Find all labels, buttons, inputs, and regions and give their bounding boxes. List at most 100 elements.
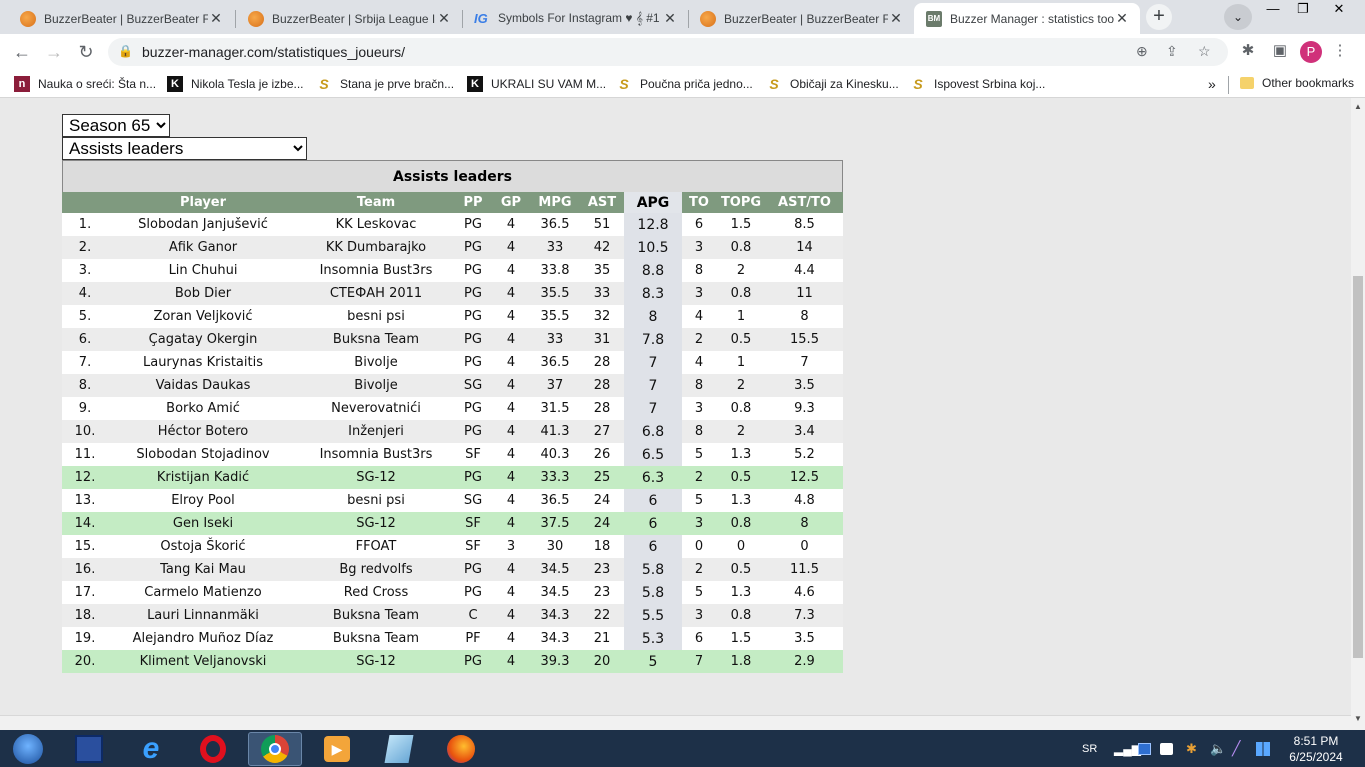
start-button[interactable]: [2, 732, 54, 766]
cell-team: Bg redvolfs: [298, 558, 454, 581]
chevron-down-icon[interactable]: ⌄: [1224, 4, 1252, 30]
bookmark-item[interactable]: K UKRALI SU VAM M...: [467, 76, 606, 92]
cell-astto: 15.5: [766, 328, 843, 351]
col-header-ast[interactable]: AST: [580, 192, 624, 213]
table-caption: Assists leaders: [62, 160, 843, 192]
pen-icon[interactable]: ╱: [1232, 730, 1240, 767]
bookmark-label: Običaji za Kinesku...: [790, 77, 899, 91]
cell-ast: 42: [580, 236, 624, 259]
tab-title: BuzzerBeater | Srbija League II.: [272, 11, 436, 26]
reload-icon[interactable]: ↻: [74, 40, 98, 64]
bookmark-s-icon: S: [913, 76, 923, 92]
chrome-icon: [261, 735, 289, 763]
tab-title: Buzzer Manager : statistics too: [950, 11, 1114, 26]
col-header-ast-to[interactable]: AST/TO: [766, 192, 843, 213]
tab-1[interactable]: BuzzerBeater | BuzzerBeater Fo ✕: [8, 3, 234, 34]
other-bookmarks[interactable]: Other bookmarks: [1240, 76, 1354, 90]
close-icon[interactable]: ✕: [888, 10, 904, 27]
taskbar-chrome[interactable]: [248, 732, 302, 766]
taskbar-save-app[interactable]: [64, 732, 114, 766]
vertical-scrollbar[interactable]: ▲ ▼: [1351, 98, 1365, 730]
cell-player: Borko Amić: [108, 397, 298, 420]
scroll-down-icon[interactable]: ▼: [1353, 714, 1363, 723]
speaker-icon[interactable]: 🔈: [1210, 730, 1226, 767]
signal-icon[interactable]: ▂▄▆: [1114, 730, 1141, 767]
tab-title: BuzzerBeater | BuzzerBeater Fo: [724, 11, 888, 26]
horizontal-scrollbar[interactable]: [0, 715, 1351, 730]
close-icon[interactable]: ✕: [1114, 10, 1130, 27]
season-select[interactable]: Season 65: [62, 114, 170, 137]
cell-to: 5: [682, 581, 716, 604]
avast-icon[interactable]: ✱: [1186, 730, 1197, 767]
window-close-icon[interactable]: ✕: [1324, 0, 1354, 20]
side-panel-icon[interactable]: ▣: [1270, 41, 1290, 59]
col-header-team[interactable]: Team: [298, 192, 454, 213]
new-tab-button[interactable]: +: [1146, 4, 1172, 30]
star-icon[interactable]: ☆: [1198, 43, 1211, 60]
bookmark-item[interactable]: S Stana je prve bračn...: [316, 76, 454, 92]
cell-pp: SG: [454, 489, 492, 512]
back-arrow-icon[interactable]: ←: [10, 40, 34, 64]
taskbar-media-player[interactable]: ▶: [312, 732, 362, 766]
taskbar-firefox[interactable]: [436, 732, 486, 766]
more-bookmarks-chevron-icon[interactable]: »: [1208, 76, 1216, 92]
system-clock[interactable]: 8:51 PM 6/25/2024: [1284, 733, 1348, 765]
cell-player: Vaidas Daukas: [108, 374, 298, 397]
bookmark-item[interactable]: S Ispovest Srbina koj...: [910, 76, 1045, 92]
bookmark-item[interactable]: K Nikola Tesla je izbe...: [167, 76, 304, 92]
tab-3[interactable]: IG Symbols For Instagram ♥ 𝄞 #1 ✕: [462, 3, 688, 34]
cell-rank: 2.: [62, 236, 108, 259]
tab-2[interactable]: BuzzerBeater | Srbija League II. ✕: [236, 3, 462, 34]
bookmark-item[interactable]: S Običaji za Kinesku...: [766, 76, 899, 92]
cell-team: FFOAT: [298, 535, 454, 558]
scroll-up-icon[interactable]: ▲: [1353, 102, 1363, 111]
cell-mpg: 33.8: [530, 259, 580, 282]
cell-ast: 32: [580, 305, 624, 328]
taskbar-opera[interactable]: [188, 732, 238, 766]
bookmark-label: UKRALI SU VAM M...: [491, 77, 607, 91]
col-header-player[interactable]: Player: [108, 192, 298, 213]
taskbar-notes[interactable]: [374, 732, 424, 766]
cell-to: 5: [682, 489, 716, 512]
close-icon[interactable]: ✕: [208, 10, 224, 27]
share-icon[interactable]: ⇪: [1166, 43, 1178, 60]
minimize-icon[interactable]: —: [1258, 0, 1288, 20]
cell-to: 7: [682, 650, 716, 673]
col-header-to[interactable]: TO: [682, 192, 716, 213]
scrollbar-thumb[interactable]: [1353, 276, 1363, 658]
profile-avatar[interactable]: P: [1300, 41, 1322, 63]
chat-icon[interactable]: [1160, 730, 1173, 767]
cell-apg: 12.8: [624, 213, 682, 236]
lock-icon: 🔒: [118, 44, 133, 58]
taskbar-ie[interactable]: e: [126, 732, 176, 766]
cell-rank: 17.: [62, 581, 108, 604]
grid-app-icon[interactable]: [1256, 730, 1270, 767]
close-icon[interactable]: ✕: [662, 10, 678, 27]
cell-astto: 2.9: [766, 650, 843, 673]
cell-ast: 51: [580, 213, 624, 236]
col-header-mpg[interactable]: MPG: [530, 192, 580, 213]
zoom-icon[interactable]: ⊕: [1136, 43, 1148, 60]
network-icon[interactable]: [1138, 730, 1151, 767]
bookmark-item[interactable]: S Poučna priča jedno...: [616, 76, 752, 92]
menu-kebab-icon[interactable]: ⋮: [1330, 41, 1350, 59]
category-select[interactable]: Assists leaders: [62, 137, 307, 160]
col-header-topg[interactable]: TOPG: [716, 192, 766, 213]
col-header-pp[interactable]: PP: [454, 192, 492, 213]
cell-team: SG-12: [298, 650, 454, 673]
close-icon[interactable]: ✕: [436, 10, 452, 27]
restore-icon[interactable]: ❐: [1288, 0, 1318, 20]
extensions-icon[interactable]: ✱: [1238, 41, 1258, 59]
basketball-icon: [248, 10, 264, 27]
cell-team: SG-12: [298, 466, 454, 489]
language-indicator[interactable]: SR: [1082, 730, 1097, 767]
tab-5-active[interactable]: BM Buzzer Manager : statistics too ✕: [914, 3, 1140, 34]
col-header-gp[interactable]: GP: [492, 192, 530, 213]
bookmark-item[interactable]: n Nauka o sreći: Šta n...: [14, 76, 156, 92]
forward-arrow-icon[interactable]: →: [42, 40, 66, 64]
table-row: 8. Vaidas Daukas Bivolje SG 4 37 28 7 8 2 3.5: [62, 374, 843, 397]
bookmark-s-icon: S: [769, 76, 779, 92]
address-bar[interactable]: 🔒 buzzer-manager.com/statistiques_joueur…: [108, 38, 1228, 66]
tab-4[interactable]: BuzzerBeater | BuzzerBeater Fo ✕: [688, 3, 914, 34]
col-header-apg[interactable]: APG: [624, 192, 682, 213]
